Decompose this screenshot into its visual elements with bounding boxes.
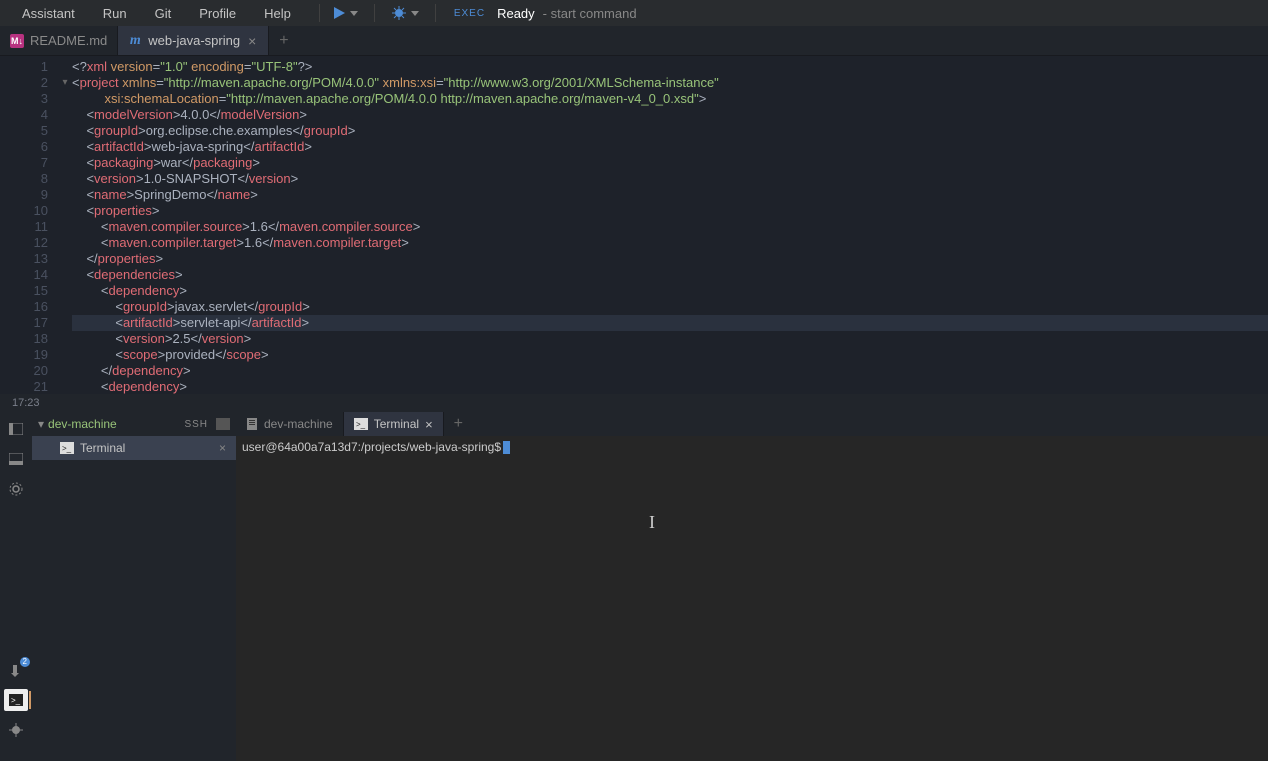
tab-label: README.md bbox=[30, 33, 107, 48]
rail-gear-icon[interactable] bbox=[4, 478, 28, 500]
code-line[interactable]: <packaging>war</packaging> bbox=[72, 155, 1268, 171]
status-ready: Ready bbox=[497, 6, 535, 21]
code-line[interactable]: <properties> bbox=[72, 203, 1268, 219]
code-line[interactable]: <name>SpringDemo</name> bbox=[72, 187, 1268, 203]
menu-assistant[interactable]: Assistant bbox=[8, 2, 89, 25]
rail-outline-icon[interactable] bbox=[4, 418, 28, 440]
fold-column[interactable]: ▾ bbox=[58, 56, 72, 394]
code-line[interactable]: </properties> bbox=[72, 251, 1268, 267]
process-label: Terminal bbox=[80, 441, 125, 455]
toolbar: EXEC Ready - start command bbox=[326, 0, 637, 26]
new-terminal-button[interactable]: + bbox=[444, 412, 473, 436]
cursor-position: 17:23 bbox=[12, 397, 40, 409]
code-line[interactable]: <groupId>org.eclipse.che.examples</group… bbox=[72, 123, 1268, 139]
code-line[interactable]: <maven.compiler.target>1.6</maven.compil… bbox=[72, 235, 1268, 251]
left-rail: 2 >_ bbox=[0, 412, 32, 761]
code-line[interactable]: <artifactId>web-java-spring</artifactId> bbox=[72, 139, 1268, 155]
separator bbox=[374, 4, 375, 22]
machine-name: dev-machine bbox=[48, 417, 117, 431]
debug-button[interactable] bbox=[385, 4, 425, 22]
terminal-area: dev-machine >_ Terminal × + user@64a00a7… bbox=[236, 412, 1268, 761]
rail-panel-icon[interactable] bbox=[4, 448, 28, 470]
chevron-down-icon bbox=[411, 11, 419, 16]
terminal-prompt: user@64a00a7a13d7:/projects/web-java-spr… bbox=[242, 440, 501, 454]
code-line[interactable]: <scope>provided</scope> bbox=[72, 347, 1268, 363]
code-line[interactable]: <version>2.5</version> bbox=[72, 331, 1268, 347]
code-line[interactable]: <groupId>javax.servlet</groupId> bbox=[72, 299, 1268, 315]
editor-tabbar: M↓ README.md m web-java-spring × + bbox=[0, 26, 1268, 56]
close-icon[interactable]: × bbox=[425, 417, 433, 432]
tab-readme[interactable]: M↓ README.md bbox=[0, 26, 118, 55]
svg-text:>_: >_ bbox=[11, 696, 21, 705]
exec-label: EXEC bbox=[454, 8, 485, 19]
terminal-body[interactable]: user@64a00a7a13d7:/projects/web-java-spr… bbox=[236, 436, 1268, 761]
rail-debug-icon[interactable] bbox=[4, 719, 28, 741]
menu-git[interactable]: Git bbox=[141, 2, 186, 25]
status-hint: - start command bbox=[543, 6, 637, 21]
code-line[interactable]: <dependencies> bbox=[72, 267, 1268, 283]
ssh-label[interactable]: SSH bbox=[184, 419, 208, 430]
code-line[interactable]: <modelVersion>4.0.0</modelVersion> bbox=[72, 107, 1268, 123]
svg-text:>_: >_ bbox=[356, 420, 366, 429]
separator bbox=[435, 4, 436, 22]
ssh-icon[interactable] bbox=[216, 418, 230, 430]
terminal-icon: >_ bbox=[60, 442, 74, 454]
terminal-tabbar: dev-machine >_ Terminal × + bbox=[236, 412, 1268, 436]
term-tab-dev-machine[interactable]: dev-machine bbox=[236, 412, 344, 436]
menubar: Assistant Run Git Profile Help bbox=[0, 0, 313, 26]
text-cursor-icon: I bbox=[649, 512, 655, 533]
menu-run[interactable]: Run bbox=[89, 2, 141, 25]
rail-events-icon[interactable]: 2 bbox=[4, 659, 28, 681]
code-line[interactable]: <dependency> bbox=[72, 283, 1268, 299]
badge-count: 2 bbox=[20, 657, 30, 667]
menu-help[interactable]: Help bbox=[250, 2, 305, 25]
chevron-down-icon bbox=[350, 11, 358, 16]
code-line[interactable]: <dependency> bbox=[72, 379, 1268, 394]
terminal-icon: >_ bbox=[354, 418, 368, 430]
code-line[interactable]: <project xmlns="http://maven.apache.org/… bbox=[72, 75, 1268, 91]
separator bbox=[319, 4, 320, 22]
close-icon[interactable]: × bbox=[219, 441, 226, 455]
tab-label: web-java-spring bbox=[148, 33, 240, 48]
tab-web-java-spring[interactable]: m web-java-spring × bbox=[118, 26, 269, 55]
markdown-icon: M↓ bbox=[10, 34, 24, 48]
new-tab-button[interactable]: + bbox=[269, 26, 298, 55]
close-icon[interactable]: × bbox=[246, 33, 258, 49]
run-button[interactable] bbox=[326, 4, 364, 22]
menu-profile[interactable]: Profile bbox=[185, 2, 250, 25]
process-panel: ▾ dev-machine SSH >_ Terminal × bbox=[32, 412, 236, 761]
code-line[interactable]: <version>1.0-SNAPSHOT</version> bbox=[72, 171, 1268, 187]
machine-header[interactable]: ▾ dev-machine SSH bbox=[32, 412, 236, 436]
maven-icon: m bbox=[128, 34, 142, 48]
statusbar: 17:23 bbox=[0, 394, 1268, 412]
code-editor[interactable]: 123456789101112131415161718192021 ▾ <?xm… bbox=[0, 56, 1268, 394]
tab-label: Terminal bbox=[374, 417, 419, 431]
code-line[interactable]: </dependency> bbox=[72, 363, 1268, 379]
terminal-cursor bbox=[503, 441, 510, 454]
code-line[interactable]: xsi:schemaLocation="http://maven.apache.… bbox=[72, 91, 1268, 107]
rail-terminal-icon[interactable]: >_ bbox=[4, 689, 28, 711]
line-gutter: 123456789101112131415161718192021 bbox=[0, 56, 58, 394]
code-line[interactable]: <maven.compiler.source>1.6</maven.compil… bbox=[72, 219, 1268, 235]
svg-text:>_: >_ bbox=[62, 444, 72, 453]
doc-icon bbox=[246, 418, 258, 430]
term-tab-terminal[interactable]: >_ Terminal × bbox=[344, 412, 444, 436]
code-body[interactable]: <?xml version="1.0" encoding="UTF-8"?><p… bbox=[72, 56, 1268, 394]
process-terminal-item[interactable]: >_ Terminal × bbox=[32, 436, 236, 460]
tab-label: dev-machine bbox=[264, 417, 333, 431]
code-line[interactable]: <?xml version="1.0" encoding="UTF-8"?> bbox=[72, 59, 1268, 75]
code-line[interactable]: <artifactId>servlet-api</artifactId> bbox=[72, 315, 1268, 331]
chevron-down-icon: ▾ bbox=[38, 417, 44, 431]
